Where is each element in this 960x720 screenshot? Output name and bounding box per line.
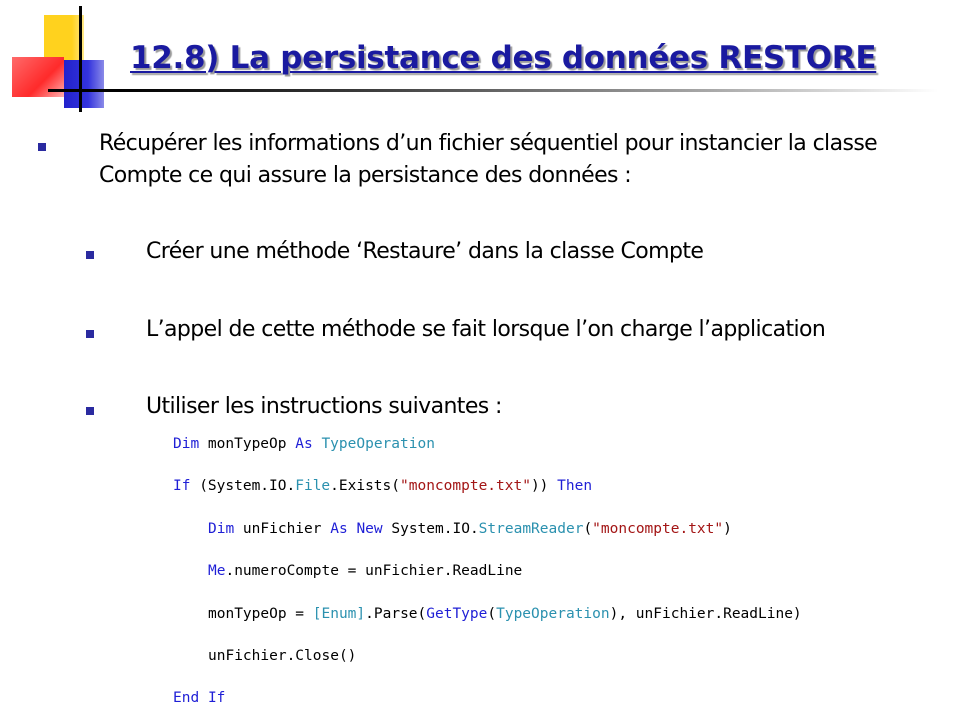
- logo-yellow-square: [44, 15, 84, 63]
- slide-title: 12.8) La persistance des données RESTORE: [130, 40, 877, 76]
- logo-vertical-line: [79, 6, 82, 112]
- code-text: System.IO.: [382, 521, 479, 537]
- code-type: File: [295, 478, 331, 494]
- code-text: monTypeOp =: [208, 606, 313, 622]
- code-keyword: New: [356, 521, 383, 537]
- slide-logo: [0, 0, 140, 125]
- code-text: unFichier: [234, 521, 331, 537]
- code-text: monTypeOp: [199, 436, 296, 452]
- code-text: )): [530, 478, 558, 494]
- code-keyword: Dim: [208, 521, 235, 537]
- title-rule: [48, 89, 938, 92]
- code-string: "moncompte.txt": [592, 521, 724, 537]
- code-text: unFichier.Close(): [208, 648, 357, 664]
- code-line-2: If (System.IO.File.Exists("moncompte.txt…: [173, 478, 592, 494]
- sub-bullet-3: Utiliser les instructions suivantes :: [146, 394, 502, 419]
- code-keyword: If: [173, 478, 191, 494]
- code-text: .numeroCompte = unFichier.ReadLine: [225, 563, 523, 579]
- code-type: [Enum]: [312, 606, 366, 622]
- code-string: "moncompte.txt": [400, 478, 531, 494]
- code-type: TypeOperation: [496, 606, 610, 622]
- code-line-5: monTypeOp = [Enum].Parse(GetType(TypeOpe…: [208, 606, 802, 622]
- code-text: (: [583, 521, 593, 537]
- code-line-6: unFichier.Close(): [208, 648, 356, 664]
- code-type: TypeOperation: [321, 436, 435, 452]
- code-keyword: GetType: [426, 606, 488, 622]
- code-text: .Exists(: [330, 478, 400, 494]
- bullet-marker: [38, 143, 46, 151]
- code-keyword: Then: [557, 478, 593, 494]
- code-keyword: Me: [208, 563, 226, 579]
- code-keyword: End: [173, 690, 200, 706]
- code-line-3: Dim unFichier As New System.IO.StreamRea…: [208, 521, 732, 537]
- sub-bullet-1: Créer une méthode ‘Restaure’ dans la cla…: [146, 239, 704, 264]
- code-keyword: As: [330, 521, 348, 537]
- bullet-marker: [86, 330, 94, 338]
- code-keyword: As: [295, 436, 313, 452]
- code-line-4: Me.numeroCompte = unFichier.ReadLine: [208, 563, 522, 579]
- code-line-1: Dim monTypeOp As TypeOperation: [173, 436, 435, 452]
- sub-bullet-2: L’appel de cette méthode se fait lorsque…: [146, 317, 826, 342]
- code-line-7: End If: [173, 690, 225, 706]
- code-text: (: [487, 606, 497, 622]
- code-type: StreamReader: [478, 521, 584, 537]
- bullet-marker: [86, 251, 94, 259]
- code-text: ), unFichier.ReadLine): [609, 606, 802, 622]
- bullet-main: Récupérer les informations d’un fichier …: [99, 131, 878, 188]
- code-text: (System.IO.: [190, 478, 296, 494]
- code-text: .Parse(: [365, 606, 427, 622]
- code-keyword: Dim: [173, 436, 200, 452]
- code-text: ): [723, 521, 732, 537]
- logo-blue-square: [64, 60, 104, 108]
- code-keyword: If: [207, 690, 226, 706]
- bullet-marker: [86, 407, 94, 415]
